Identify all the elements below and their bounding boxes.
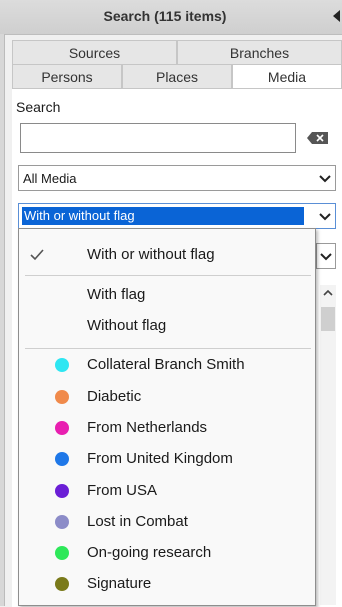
search-input[interactable]: [20, 123, 296, 153]
flag-option[interactable]: From United Kingdom: [19, 445, 315, 473]
option-with-flag[interactable]: With flag: [19, 281, 315, 309]
flag-color-dot: [55, 358, 69, 372]
flag-label: From USA: [87, 482, 158, 499]
flag-option[interactable]: From Netherlands: [19, 414, 315, 442]
tab-branches[interactable]: Branches: [177, 40, 342, 64]
flag-option[interactable]: Signature: [19, 570, 315, 598]
flag-color-dot: [55, 421, 69, 435]
option-label: With or without flag: [87, 246, 215, 263]
collapse-left-icon[interactable]: [333, 10, 340, 22]
flag-option[interactable]: Diabetic: [19, 383, 315, 411]
search-label: Search: [16, 99, 61, 115]
flag-option[interactable]: Collateral Branch Smith: [19, 351, 315, 379]
backspace-clear-icon[interactable]: [307, 132, 329, 144]
flag-label: From Netherlands: [87, 419, 208, 436]
panel-header: Search (115 items): [0, 0, 342, 35]
chevron-down-icon: [320, 253, 332, 261]
flag-color-dot: [55, 546, 69, 560]
menu-separator: [25, 348, 311, 349]
flag-option[interactable]: From USA: [19, 477, 315, 505]
flag-filter-value: With or without flag: [22, 207, 304, 225]
flag-label: From United Kingdom: [87, 450, 233, 467]
option-without-flag[interactable]: Without flag: [19, 312, 315, 340]
flag-label: Collateral Branch Smith: [87, 356, 245, 373]
secondary-select[interactable]: [316, 243, 336, 269]
flag-filter-dropdown: With or without flag With flag Without f…: [18, 228, 316, 606]
flag-option[interactable]: On-going research: [19, 539, 315, 567]
option-with-or-without-flag[interactable]: With or without flag: [19, 241, 315, 269]
flag-color-dot: [55, 452, 69, 466]
flag-color-dot: [55, 484, 69, 498]
flag-label: Signature: [87, 575, 152, 592]
tab-places[interactable]: Places: [122, 64, 232, 88]
flag-color-dot: [55, 515, 69, 529]
flag-label: On-going research: [87, 544, 212, 561]
results-scrollbar[interactable]: [320, 285, 336, 605]
flag-label: Lost in Combat: [87, 513, 188, 530]
chevron-down-icon: [319, 175, 331, 183]
option-label: Without flag: [87, 317, 167, 334]
tab-media[interactable]: Media: [232, 64, 342, 88]
scroll-up-icon[interactable]: [323, 289, 333, 297]
scrollbar-thumb[interactable]: [321, 307, 335, 331]
media-type-value: All Media: [23, 171, 77, 186]
flag-option[interactable]: Lost in Combat: [19, 508, 315, 536]
flag-filter-select[interactable]: With or without flag: [18, 203, 336, 229]
flag-color-dot: [55, 390, 69, 404]
tab-sources[interactable]: Sources: [12, 40, 177, 64]
checkmark-icon: [30, 249, 44, 261]
tab-row-front: Persons Places Media: [12, 64, 342, 88]
flag-color-dot: [55, 577, 69, 591]
chevron-down-icon: [319, 213, 331, 221]
tab-persons[interactable]: Persons: [12, 64, 122, 88]
flag-label: Diabetic: [87, 388, 142, 405]
option-label: With flag: [87, 286, 146, 303]
tab-row-back: Sources Branches: [12, 40, 342, 64]
panel-left-edge: [0, 34, 5, 606]
panel-title: Search (115 items): [103, 8, 227, 24]
menu-separator: [25, 275, 311, 276]
media-type-select[interactable]: All Media: [18, 165, 336, 191]
